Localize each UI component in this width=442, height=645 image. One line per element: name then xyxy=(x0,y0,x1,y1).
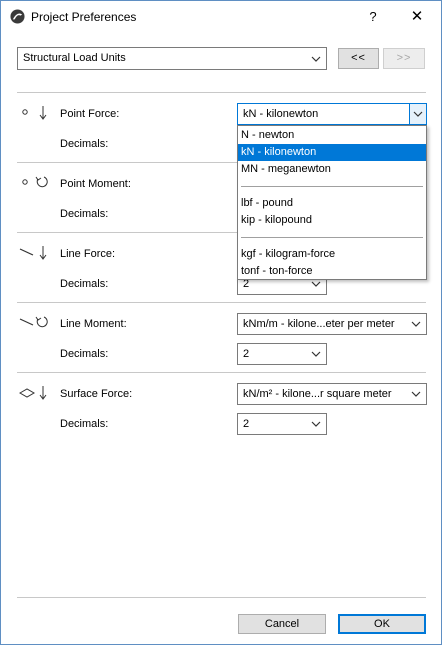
title-bar: Project Preferences ? ✕ xyxy=(1,1,441,32)
divider xyxy=(17,372,426,373)
window-title: Project Preferences xyxy=(31,10,137,24)
chevron-down-icon xyxy=(311,421,321,427)
line-moment-unit-value: kNm/m - kilone...eter per meter xyxy=(243,318,395,330)
chevron-down-icon xyxy=(411,321,421,327)
surface-force-decimals-value: 2 xyxy=(243,418,250,430)
close-button[interactable]: ✕ xyxy=(397,5,437,29)
point-force-icon xyxy=(22,106,47,120)
surface-force-label: Surface Force: xyxy=(60,388,133,400)
surface-force-unit-select[interactable]: kN/m² - kilone...r square meter xyxy=(237,383,427,405)
point-force-unit-value: kN - kilonewton xyxy=(243,108,319,120)
project-preferences-dialog: Project Preferences ? ✕ Structural Load … xyxy=(0,0,442,645)
line-moment-decimals-value: 2 xyxy=(243,348,250,360)
divider xyxy=(17,92,426,93)
line-moment-decimals-label: Decimals: xyxy=(60,348,109,360)
next-page-button[interactable]: >> xyxy=(383,48,425,69)
point-force-unit-select[interactable]: kN - kilonewton xyxy=(237,103,427,125)
ok-button-label: OK xyxy=(374,618,390,630)
divider xyxy=(17,302,426,303)
dropdown-option[interactable]: MN - meganewton xyxy=(238,161,426,178)
dropdown-option[interactable]: lbf - pound xyxy=(238,195,426,212)
help-icon: ? xyxy=(369,9,377,24)
line-moment-label: Line Moment: xyxy=(60,318,127,330)
point-moment-label: Point Moment: xyxy=(60,178,131,190)
dropdown-option[interactable]: kip - kilopound xyxy=(238,212,426,229)
footer-divider xyxy=(17,597,426,598)
point-force-label: Point Force: xyxy=(60,108,120,120)
dropdown-separator xyxy=(241,237,423,238)
point-force-decimals-label: Decimals: xyxy=(60,138,109,150)
previous-page-label: << xyxy=(351,52,366,64)
point-moment-icon xyxy=(22,176,48,188)
point-moment-decimals-label: Decimals: xyxy=(60,208,109,220)
previous-page-button[interactable]: << xyxy=(338,48,379,69)
line-force-icon xyxy=(19,246,47,260)
app-logo-icon xyxy=(10,9,25,24)
cancel-button-label: Cancel xyxy=(264,618,300,630)
next-page-label: >> xyxy=(396,52,412,64)
line-moment-unit-select[interactable]: kNm/m - kilone...eter per meter xyxy=(237,313,427,335)
line-moment-decimals-select[interactable]: 2 xyxy=(237,343,327,365)
dropdown-option[interactable]: tonf - ton-force xyxy=(238,263,426,280)
line-force-label: Line Force: xyxy=(60,248,116,260)
line-moment-icon xyxy=(19,316,48,328)
dropdown-option[interactable]: kgf - kilogram-force xyxy=(238,246,426,263)
chevron-down-icon xyxy=(413,111,423,117)
surface-force-decimals-label: Decimals: xyxy=(60,418,109,430)
category-select-value: Structural Load Units xyxy=(23,52,126,64)
close-icon: ✕ xyxy=(410,8,424,25)
chevron-down-icon xyxy=(311,56,321,62)
ok-button[interactable]: OK xyxy=(338,614,426,634)
chevron-down-icon xyxy=(411,391,421,397)
dropdown-toggle[interactable] xyxy=(409,104,426,124)
dropdown-separator xyxy=(241,186,423,187)
category-select[interactable]: Structural Load Units xyxy=(17,47,327,70)
line-force-decimals-label: Decimals: xyxy=(60,278,109,290)
chevron-down-icon xyxy=(311,351,321,357)
surface-force-decimals-select[interactable]: 2 xyxy=(237,413,327,435)
point-force-unit-dropdown: N - newton kN - kilonewton MN - meganewt… xyxy=(237,125,427,280)
cancel-button[interactable]: Cancel xyxy=(238,614,326,634)
dropdown-option[interactable]: N - newton xyxy=(238,127,426,144)
surface-force-icon xyxy=(19,386,47,400)
dropdown-option-selected[interactable]: kN - kilonewton xyxy=(238,144,426,161)
surface-force-unit-value: kN/m² - kilone...r square meter xyxy=(243,388,392,400)
help-button[interactable]: ? xyxy=(357,5,389,29)
